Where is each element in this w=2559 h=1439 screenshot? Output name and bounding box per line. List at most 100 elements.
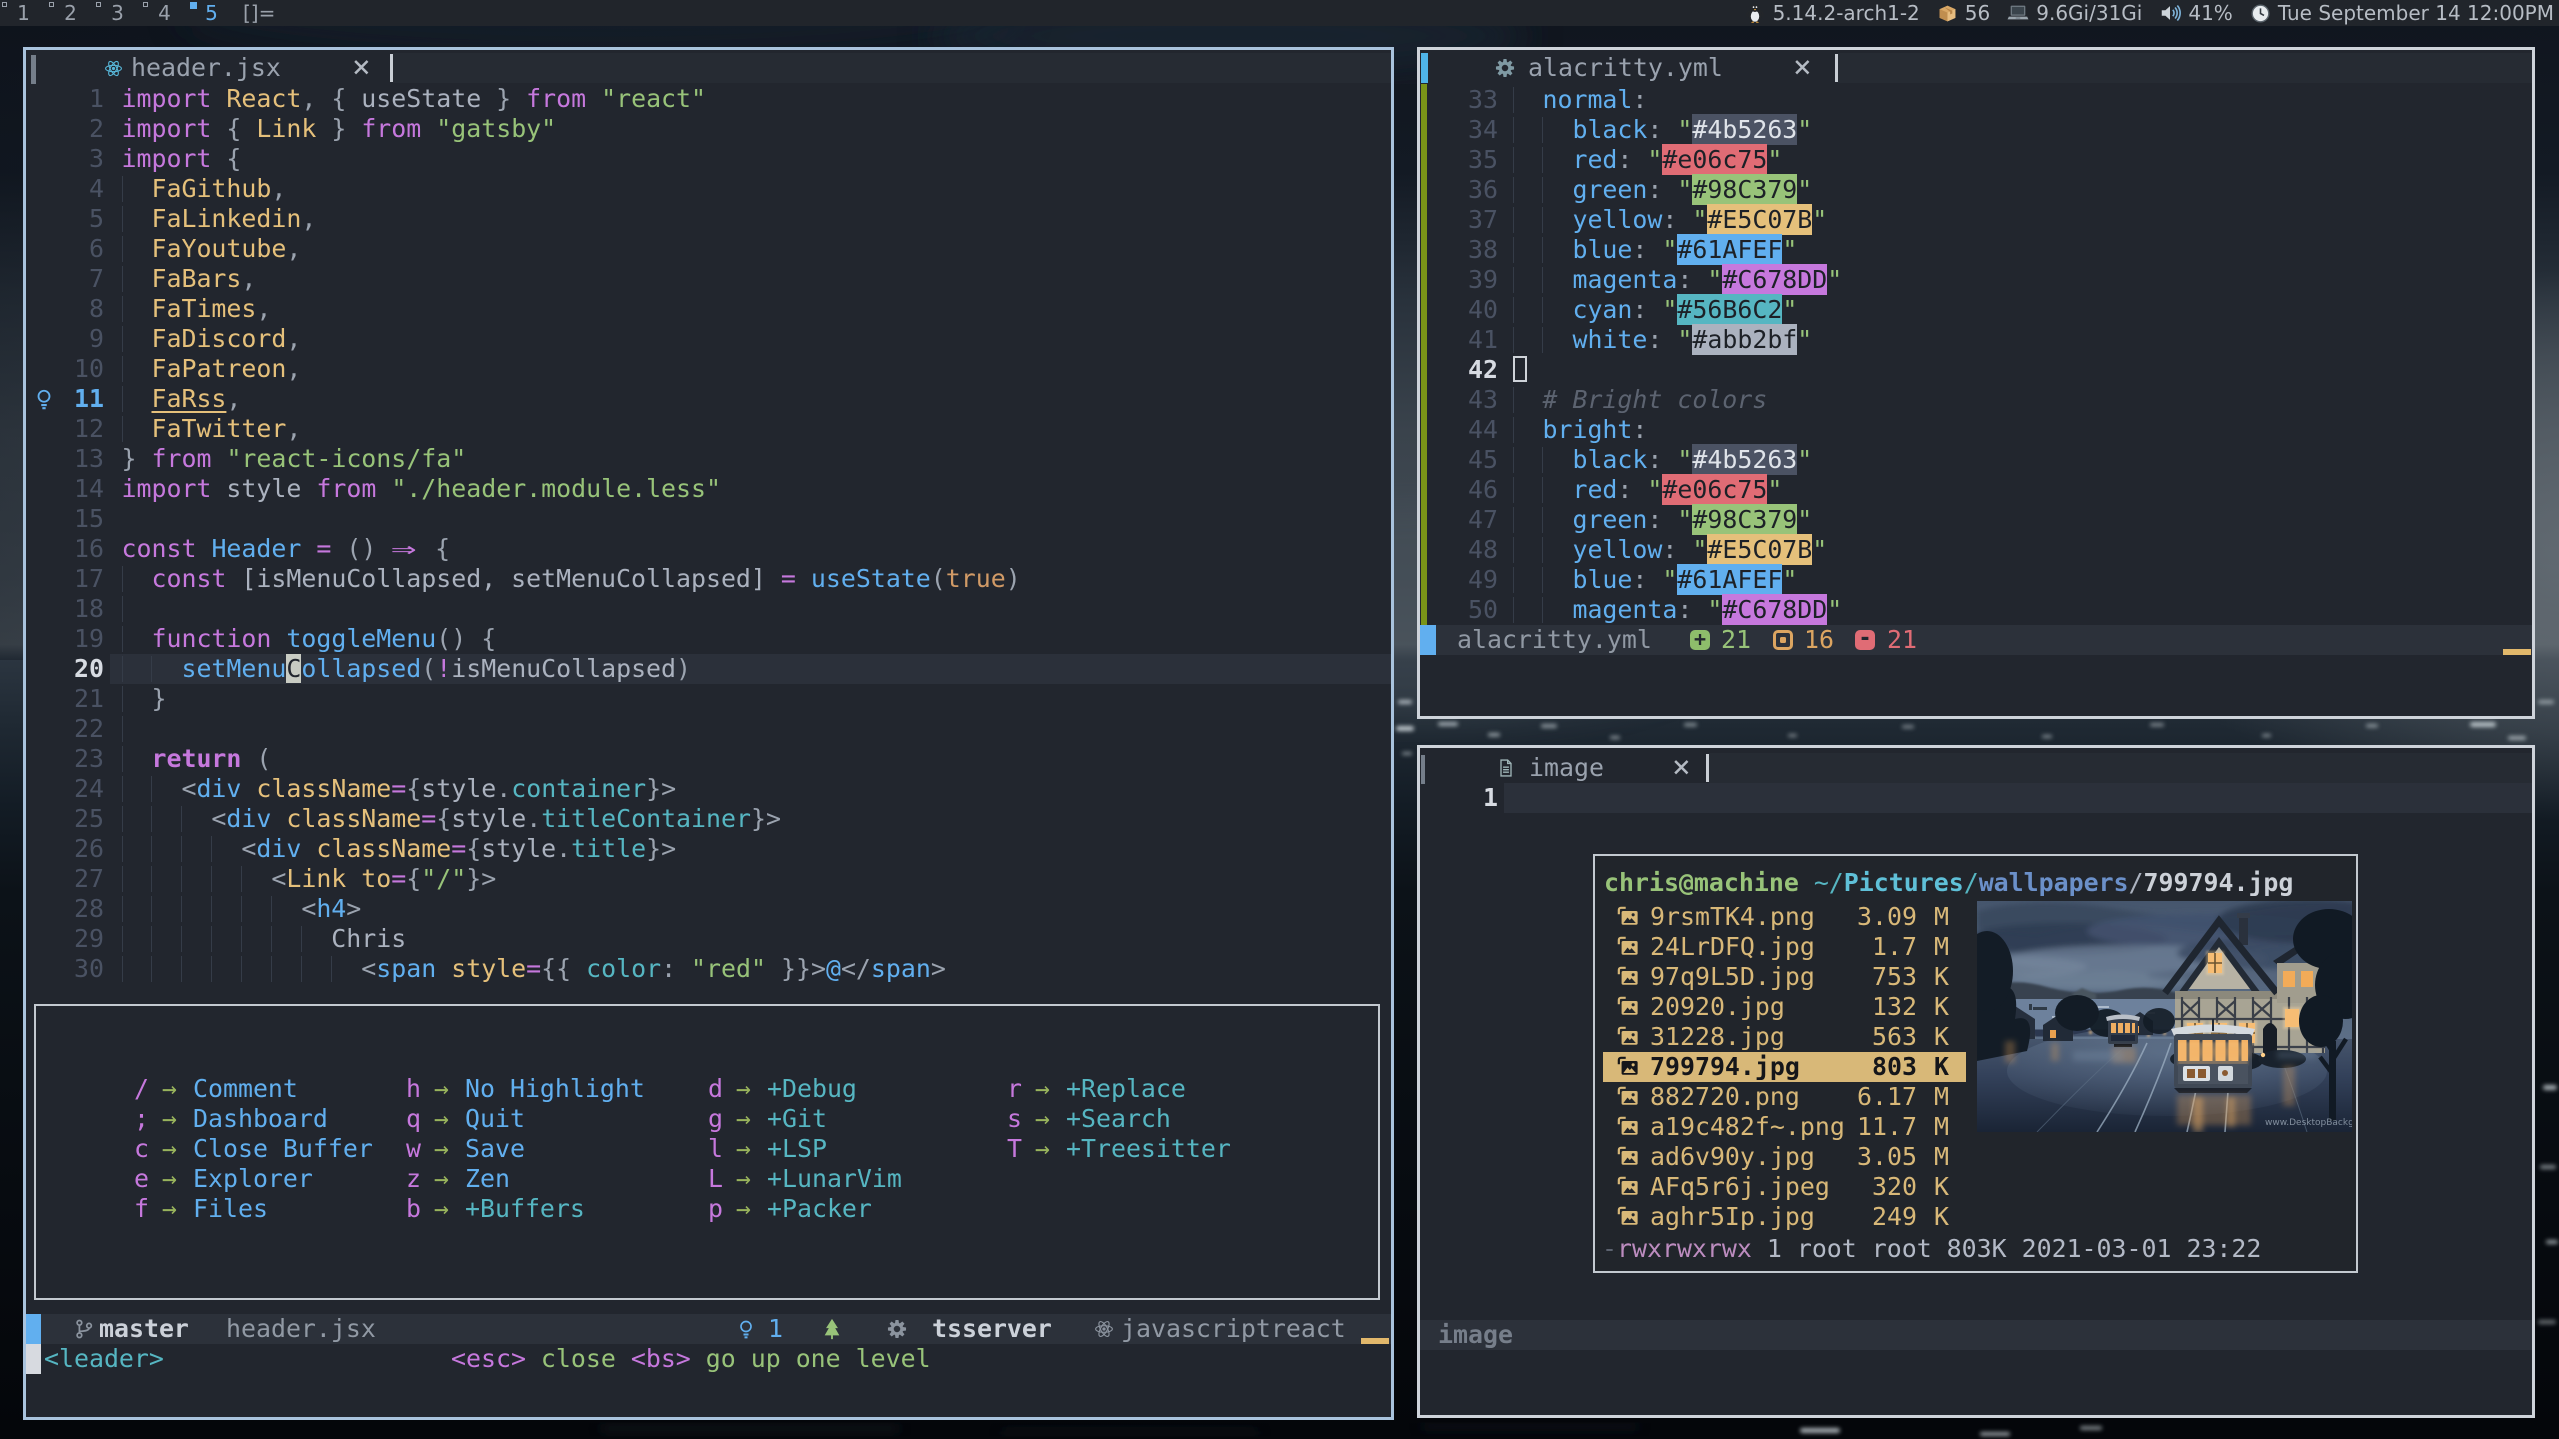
code-line[interactable]: 11 FaRss, bbox=[26, 384, 1391, 414]
tab-title[interactable]: alacritty.yml bbox=[1528, 53, 1723, 83]
whichkey-binding-h[interactable]: h→No Highlight bbox=[406, 1074, 645, 1104]
code-token: import bbox=[122, 84, 227, 113]
code-line[interactable]: 12 FaTwitter, bbox=[26, 414, 1391, 444]
code-line[interactable]: 16const Header = () ⇒ { bbox=[26, 534, 1391, 564]
lightbulb-icon[interactable] bbox=[33, 388, 55, 410]
whichkey-binding-g[interactable]: g→+Git bbox=[708, 1104, 902, 1134]
code-line[interactable]: 22 bbox=[26, 714, 1391, 744]
whichkey-binding-z[interactable]: z→Zen bbox=[406, 1164, 645, 1194]
code-line[interactable]: 13} from "react-icons/fa" bbox=[26, 444, 1391, 474]
code-line[interactable]: 10 FaPatreon, bbox=[26, 354, 1391, 384]
code-line[interactable]: 29 Chris bbox=[26, 924, 1391, 954]
whichkey-binding-q[interactable]: q→Quit bbox=[406, 1104, 645, 1134]
tab-close-icon[interactable]: × bbox=[352, 53, 371, 83]
whichkey-binding-e[interactable]: e→Explorer bbox=[134, 1164, 373, 1194]
tab-close-icon[interactable]: × bbox=[1672, 753, 1691, 783]
whichkey-binding-w[interactable]: w→Save bbox=[406, 1134, 645, 1164]
code-line[interactable]: 9 FaDiscord, bbox=[26, 324, 1391, 354]
code-line[interactable]: 17 const [isMenuCollapsed, setMenuCollap… bbox=[26, 564, 1391, 594]
whichkey-binding-p[interactable]: p→+Packer bbox=[708, 1194, 902, 1224]
code-token bbox=[301, 834, 316, 863]
workspace-4[interactable]: 4 bbox=[141, 0, 188, 26]
whichkey-binding-;[interactable]: ;→Dashboard bbox=[134, 1104, 373, 1134]
file-row[interactable]: 24LrDFQ.jpg1.7M bbox=[1595, 932, 1966, 962]
code-line[interactable]: 19 function toggleMenu() { bbox=[26, 624, 1391, 654]
code-token: } bbox=[122, 444, 152, 473]
file-row[interactable]: aghr5Ip.jpg249K bbox=[1595, 1202, 1966, 1232]
file-row[interactable]: 20920.jpg132K bbox=[1595, 992, 1966, 1022]
tab-title[interactable]: image bbox=[1529, 753, 1604, 783]
code-line[interactable]: 24 <div className={style.container}> bbox=[26, 774, 1391, 804]
code-line[interactable]: 23 return ( bbox=[26, 744, 1391, 774]
workspace-number: 1 bbox=[0, 0, 47, 26]
code-line[interactable]: 36 green: "#98C379" bbox=[1420, 175, 2532, 205]
line-number: 20 bbox=[26, 654, 104, 684]
code-line[interactable]: 45 black: "#4b5263" bbox=[1420, 445, 2532, 475]
code-text: import style from "./header.module.less" bbox=[122, 474, 1392, 504]
code-line[interactable]: 41 white: "#abb2bf" bbox=[1420, 325, 2532, 355]
code-line[interactable]: 25 <div className={style.titleContainer}… bbox=[26, 804, 1391, 834]
code-line[interactable]: 39 magenta: "#C678DD" bbox=[1420, 265, 2532, 295]
file-row[interactable]: 9rsmTK4.png3.09M bbox=[1595, 902, 1966, 932]
code-line[interactable]: 1import React, { useState } from "react" bbox=[26, 84, 1391, 114]
file-row-selected[interactable]: 799794.jpg803K bbox=[1595, 1052, 1966, 1082]
code-line[interactable]: 37 yellow: "#E5C07B" bbox=[1420, 205, 2532, 235]
code-line[interactable]: 34 black: "#4b5263" bbox=[1420, 115, 2532, 145]
code-line[interactable]: 5 FaLinkedin, bbox=[26, 204, 1391, 234]
code-line[interactable]: 33 normal: bbox=[1420, 85, 2532, 115]
code-line[interactable]: 47 green: "#98C379" bbox=[1420, 505, 2532, 535]
tab-title[interactable]: header.jsx bbox=[131, 53, 281, 83]
file-row[interactable]: 97q9L5D.jpg753K bbox=[1595, 962, 1966, 992]
git-branch[interactable]: master bbox=[99, 1314, 189, 1344]
code-line[interactable]: 48 yellow: "#E5C07B" bbox=[1420, 535, 2532, 565]
code-line[interactable]: 38 blue: "#61AFEF" bbox=[1420, 235, 2532, 265]
whichkey-binding-d[interactable]: d→+Debug bbox=[708, 1074, 902, 1104]
whichkey-binding-f[interactable]: f→Files bbox=[134, 1194, 373, 1224]
code-line[interactable]: 7 FaBars, bbox=[26, 264, 1391, 294]
code-line[interactable]: 8 FaTimes, bbox=[26, 294, 1391, 324]
whichkey-binding-r[interactable]: r→+Replace bbox=[1007, 1074, 1231, 1104]
code-line[interactable]: 21 } bbox=[26, 684, 1391, 714]
code-line[interactable]: 26 <div className={style.title}> bbox=[26, 834, 1391, 864]
code-line[interactable]: 44 bright: bbox=[1420, 415, 2532, 445]
code-line[interactable]: 20 setMenuCollapsed(!isMenuCollapsed) bbox=[26, 654, 1391, 684]
code-line[interactable]: 46 red: "#e06c75" bbox=[1420, 475, 2532, 505]
tab-close-icon[interactable]: × bbox=[1793, 53, 1812, 83]
code-line[interactable]: 42 bbox=[1420, 355, 2532, 385]
file-row[interactable]: 31228.jpg563K bbox=[1595, 1022, 1966, 1052]
whichkey-binding-/[interactable]: /→Comment bbox=[134, 1074, 373, 1104]
whichkey-binding-T[interactable]: T→+Treesitter bbox=[1007, 1134, 1231, 1164]
whichkey-binding-l[interactable]: l→+LSP bbox=[708, 1134, 902, 1164]
code-line[interactable]: 35 red: "#e06c75" bbox=[1420, 145, 2532, 175]
code-line[interactable]: 6 FaYoutube, bbox=[26, 234, 1391, 264]
workspace-3[interactable]: 3 bbox=[94, 0, 141, 26]
workspace-1[interactable]: 1 bbox=[0, 0, 47, 26]
code-line[interactable]: 2import { Link } from "gatsby" bbox=[26, 114, 1391, 144]
code-line[interactable]: 50 magenta: "#C678DD" bbox=[1420, 595, 2532, 625]
file-row[interactable]: 882720.png6.17M bbox=[1595, 1082, 1966, 1112]
whichkey-label: Save bbox=[465, 1134, 525, 1163]
code-line[interactable]: 18 bbox=[26, 594, 1391, 624]
code-line[interactable]: 49 blue: "#61AFEF" bbox=[1420, 565, 2532, 595]
code-token: () bbox=[331, 534, 391, 563]
code-line[interactable]: 15 bbox=[26, 504, 1391, 534]
code-line[interactable]: 28 <h4> bbox=[26, 894, 1391, 924]
code-line[interactable]: 40 cyan: "#56B6C2" bbox=[1420, 295, 2532, 325]
file-row[interactable]: ad6v90y.jpg3.05M bbox=[1595, 1142, 1966, 1172]
code-line[interactable]: 27 <Link to={"/"}> bbox=[26, 864, 1391, 894]
indent-guide bbox=[181, 806, 182, 832]
code-line[interactable]: 1 bbox=[1420, 783, 2532, 813]
workspace-2[interactable]: 2 bbox=[47, 0, 94, 26]
code-line[interactable]: 4 FaGithub, bbox=[26, 174, 1391, 204]
code-line[interactable]: 3import { bbox=[26, 144, 1391, 174]
file-row[interactable]: a19c482f~.png11.7M bbox=[1595, 1112, 1966, 1142]
code-line[interactable]: 14import style from "./header.module.les… bbox=[26, 474, 1391, 504]
whichkey-binding-L[interactable]: L→+LunarVim bbox=[708, 1164, 902, 1194]
code-line[interactable]: 30 <span style={{ color: "red" }}>@</spa… bbox=[26, 954, 1391, 984]
whichkey-binding-c[interactable]: c→Close Buffer bbox=[134, 1134, 373, 1164]
file-row[interactable]: AFq5r6j.jpeg320K bbox=[1595, 1172, 1966, 1202]
whichkey-binding-b[interactable]: b→+Buffers bbox=[406, 1194, 645, 1224]
workspace-5[interactable]: 5 bbox=[188, 0, 235, 26]
whichkey-binding-s[interactable]: s→+Search bbox=[1007, 1104, 1231, 1134]
code-line[interactable]: 43 # Bright colors bbox=[1420, 385, 2532, 415]
